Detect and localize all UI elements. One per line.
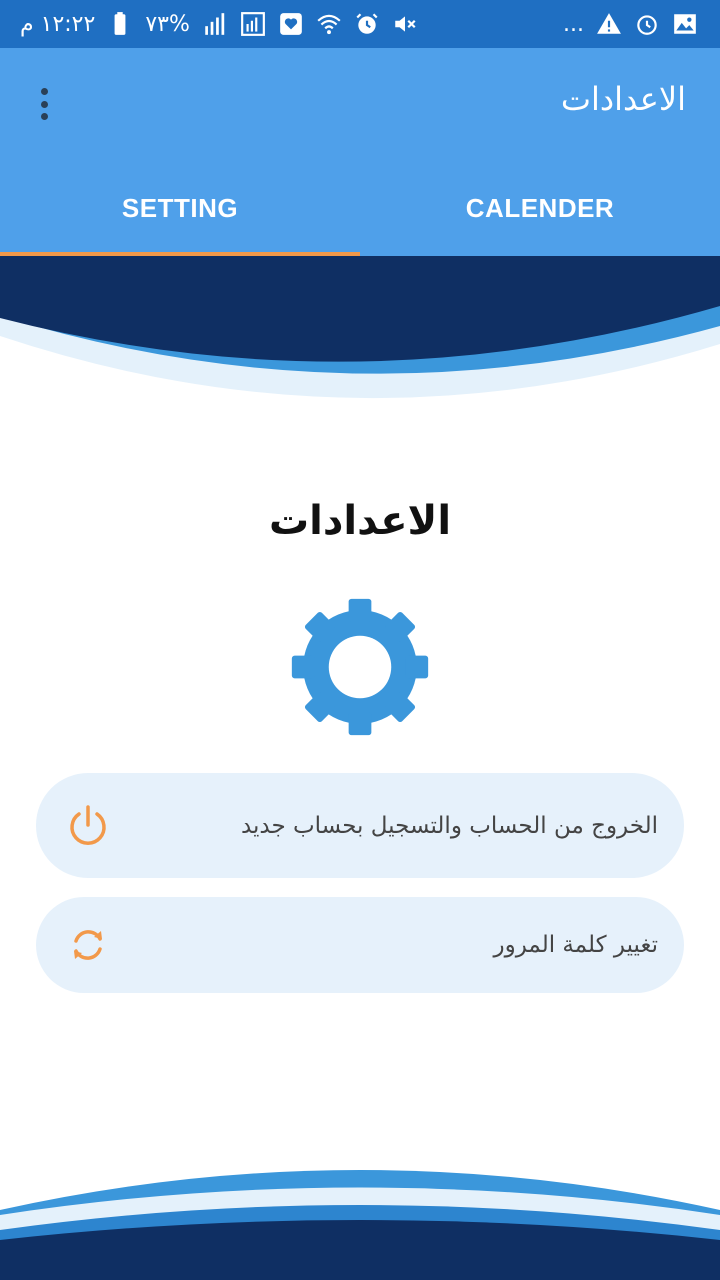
status-more: ... <box>563 11 584 37</box>
logout-option[interactable]: الخروج من الحساب والتسجيل بحساب جديد <box>36 773 684 878</box>
clock-icon <box>634 11 660 37</box>
more-vertical-icon <box>40 88 48 95</box>
gear-icon <box>289 596 431 738</box>
status-bar-right: ... <box>563 11 698 37</box>
app-title: الاعدادات <box>560 80 686 118</box>
tab-setting[interactable]: SETTING <box>0 160 360 256</box>
status-bar: ١٢:٢٢ م %٧٣ ... <box>0 0 720 48</box>
top-wave-decoration <box>0 256 720 426</box>
data-icon <box>240 11 266 37</box>
warning-icon <box>596 11 622 37</box>
more-options-button[interactable] <box>30 86 58 122</box>
bottom-wave-decoration <box>0 1140 720 1280</box>
status-bar-left: ١٢:٢٢ م %٧٣ <box>20 11 418 37</box>
status-time: ١٢:٢٢ م <box>20 11 96 37</box>
logout-label: الخروج من الحساب والتسجيل بحساب جديد <box>240 812 658 839</box>
alarm-icon <box>354 11 380 37</box>
tab-bar: SETTING CALENDER <box>0 160 720 256</box>
image-icon <box>672 11 698 37</box>
tab-calender[interactable]: CALENDER <box>360 160 720 256</box>
sync-icon <box>64 921 112 969</box>
mute-icon <box>392 11 418 37</box>
wifi-icon <box>316 11 342 37</box>
signal-icon <box>202 11 228 37</box>
change-password-label: تغيير كلمة المرور <box>493 932 658 958</box>
heart-notification-icon <box>278 11 304 37</box>
page-heading: الاعدادات <box>268 498 452 544</box>
more-vertical-icon-dot <box>40 113 48 120</box>
more-vertical-icon-dot <box>40 100 48 108</box>
status-battery: %٧٣ <box>145 11 190 37</box>
change-password-option[interactable]: تغيير كلمة المرور <box>36 897 684 993</box>
power-icon <box>64 802 112 850</box>
battery-icon <box>107 11 133 37</box>
app-bar: الاعدادات SETTING CALENDER <box>0 48 720 256</box>
